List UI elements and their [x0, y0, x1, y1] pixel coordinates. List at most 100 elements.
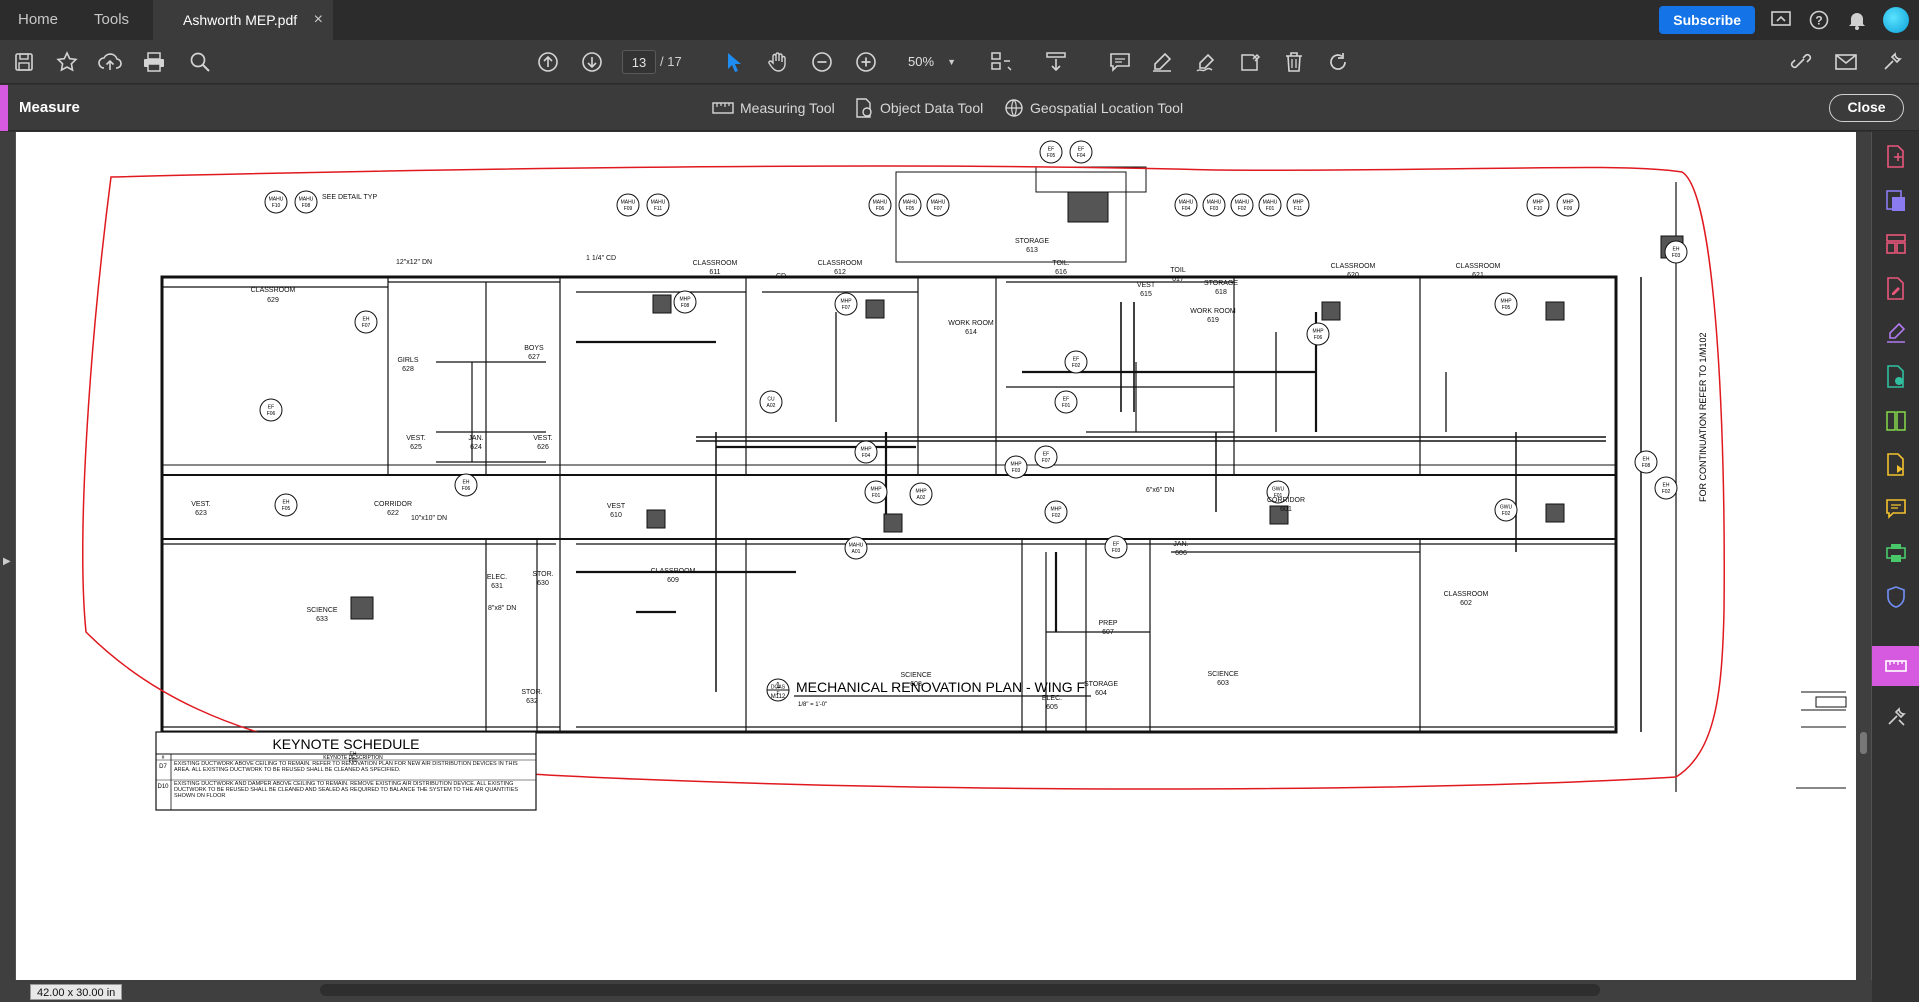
- room-label: JAN.: [1173, 541, 1188, 548]
- share-screen-icon[interactable]: [1769, 8, 1793, 32]
- zoom-level-dropdown[interactable]: 50% ▼: [896, 50, 960, 74]
- home-tab[interactable]: Home: [0, 0, 76, 40]
- equipment-tag-type: MAHU: [873, 200, 888, 206]
- equipment-tag-type: GWU: [1272, 487, 1285, 493]
- equipment-tag-type: CU: [767, 397, 775, 403]
- room-number: 631: [491, 583, 503, 590]
- close-tab-icon[interactable]: ×: [314, 0, 323, 40]
- protect-shield-icon[interactable]: [1883, 584, 1909, 610]
- zoom-out-icon[interactable]: [810, 50, 834, 74]
- notifications-bell-icon[interactable]: [1845, 8, 1869, 32]
- tab-bar: Home Tools Ashworth MEP.pdf × Subscribe …: [0, 0, 1919, 40]
- save-icon[interactable]: [12, 50, 36, 74]
- compare-files-icon[interactable]: [1883, 408, 1909, 434]
- continuation-note: FOR CONTINUATION REFER TO 1/M102: [1698, 332, 1708, 502]
- next-page-icon[interactable]: [580, 50, 604, 74]
- room-label: CLASSROOM: [1331, 263, 1376, 270]
- page-total-label: / 17: [660, 54, 682, 69]
- user-avatar[interactable]: [1883, 7, 1909, 33]
- equipment-tag-type: MHP: [860, 447, 872, 453]
- print-icon[interactable]: [142, 50, 166, 74]
- room-number: 606: [1175, 550, 1187, 557]
- measure-bar: Measure Measuring Tool Object Data Tool …: [0, 85, 1919, 131]
- room-number: 618: [1215, 289, 1227, 296]
- object-data-tool-button[interactable]: Object Data Tool: [854, 85, 983, 131]
- equipment-tag-type: MHP: [1312, 329, 1324, 335]
- hand-pan-icon[interactable]: [766, 50, 790, 74]
- page-display-icon[interactable]: [990, 50, 1014, 74]
- tool-settings-icon[interactable]: [1880, 50, 1904, 74]
- link-edit-icon[interactable]: [1790, 50, 1814, 74]
- comment-tool-icon[interactable]: [1883, 496, 1909, 522]
- equipment-tag-type: EH: [1673, 247, 1680, 253]
- globe-icon: [1005, 99, 1023, 117]
- close-measure-button[interactable]: Close: [1829, 94, 1904, 122]
- previous-page-icon[interactable]: [536, 50, 560, 74]
- print-production-icon[interactable]: [1883, 540, 1909, 566]
- redo-rotate-icon[interactable]: [1326, 50, 1350, 74]
- document-tab[interactable]: Ashworth MEP.pdf ×: [153, 0, 333, 40]
- comment-icon[interactable]: [1108, 50, 1132, 74]
- draw-sign-icon[interactable]: [1194, 50, 1218, 74]
- create-pdf-icon[interactable]: [1883, 188, 1909, 214]
- geospatial-location-tool-button[interactable]: Geospatial Location Tool: [1004, 85, 1183, 131]
- room-number: 605: [1046, 704, 1058, 711]
- select-cursor-icon[interactable]: [722, 50, 746, 74]
- room-label: VEST.: [533, 435, 553, 442]
- fill-sign-icon[interactable]: [1883, 320, 1909, 346]
- email-icon[interactable]: [1834, 50, 1858, 74]
- drawing-note: 12"x12" DN: [396, 259, 432, 266]
- equipment-tag-id: F09: [624, 206, 633, 212]
- equipment-tag-type: MAHU: [651, 200, 666, 206]
- measure-ruler-icon[interactable]: [1883, 653, 1909, 679]
- export-image-icon[interactable]: [1883, 452, 1909, 478]
- room-number: 616: [1055, 269, 1067, 276]
- find-search-icon[interactable]: [188, 50, 212, 74]
- horizontal-scrollbar[interactable]: [320, 984, 1600, 996]
- page-number-input[interactable]: 13: [622, 50, 656, 74]
- measuring-tool-button[interactable]: Measuring Tool: [712, 85, 835, 131]
- room-label: SCIENCE: [900, 672, 931, 679]
- room-label: CORRIDOR: [1267, 497, 1305, 504]
- highlight-pen-icon[interactable]: [1150, 50, 1174, 74]
- equipment-tag-id: F11: [654, 206, 662, 212]
- page-dimensions-label: 42.00 x 30.00 in: [30, 984, 123, 1000]
- equipment-tag-id: F02: [1238, 206, 1247, 212]
- drawing-note: 6"x6" DN: [1146, 487, 1174, 494]
- edit-pdf-icon[interactable]: [1883, 276, 1909, 302]
- zoom-in-icon[interactable]: [854, 50, 878, 74]
- organize-pages-icon[interactable]: [1883, 232, 1909, 258]
- export-pdf-icon[interactable]: [1883, 144, 1909, 170]
- vertical-scrollbar[interactable]: [1856, 132, 1871, 980]
- keynote-num: D7: [159, 764, 167, 770]
- help-icon[interactable]: ?: [1807, 8, 1831, 32]
- equipment-tag-id: F09: [1564, 206, 1573, 212]
- left-panel-toggle[interactable]: ▶: [0, 132, 15, 980]
- delete-trash-icon[interactable]: [1282, 50, 1306, 74]
- keynote-schedule: KEYNOTE SCHEDULE # KEYNOTE DESCRIPTION D…: [155, 731, 537, 811]
- vertical-scroll-thumb[interactable]: [1860, 732, 1867, 754]
- more-tools-wrench-icon[interactable]: [1883, 704, 1909, 730]
- room-label: JAN.: [468, 435, 483, 442]
- room-label: VEST: [607, 503, 626, 510]
- tools-tab[interactable]: Tools: [76, 0, 147, 40]
- room-number: 625: [410, 444, 422, 451]
- stamp-edit-icon[interactable]: [1238, 50, 1262, 74]
- room-number: 604: [1095, 690, 1107, 697]
- subscribe-button[interactable]: Subscribe: [1659, 6, 1755, 34]
- expand-left-panel-icon[interactable]: ▶: [3, 556, 11, 567]
- equipment-tag-id: F03: [1672, 253, 1681, 259]
- room-label: ELEC.: [487, 574, 507, 581]
- equipment-tag-type: MAHU: [299, 197, 314, 203]
- room-number: 601: [1280, 506, 1292, 513]
- scroll-mode-icon[interactable]: [1044, 50, 1068, 74]
- equipment-tag-type: MHP: [1500, 299, 1512, 305]
- upload-cloud-icon[interactable]: [98, 50, 122, 74]
- equipment-tag-id: F01: [1274, 493, 1283, 499]
- room-label: PREP: [1098, 620, 1117, 627]
- equipment-tag-id: F07: [934, 206, 943, 212]
- scan-ocr-icon[interactable]: [1883, 364, 1909, 390]
- pdf-page[interactable]: CLASSROOM 629 GIRLS 628 BOYS 627 VEST. 6…: [16, 132, 1856, 980]
- room-label: VEST.: [406, 435, 426, 442]
- bookmark-star-icon[interactable]: [55, 50, 79, 74]
